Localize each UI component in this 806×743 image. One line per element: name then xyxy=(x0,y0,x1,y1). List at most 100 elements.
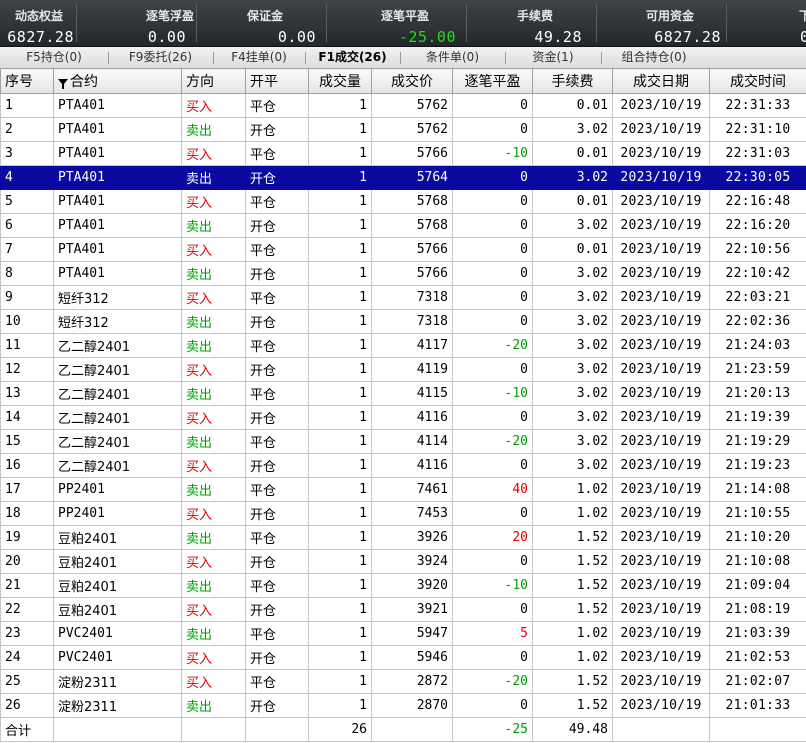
price-cell: 4114 xyxy=(371,429,453,454)
column-header-volume[interactable]: 成交量 xyxy=(308,68,372,94)
table-row[interactable]: 8 PTA401 卖出 开仓 1 5766 0 3.02 2023/10/19 22:10:42 xyxy=(0,261,806,286)
price-cell: 5762 xyxy=(371,93,453,118)
seq-cell: 14 xyxy=(0,405,54,430)
table-row[interactable]: 3 PTA401 买入 平仓 1 5766 -10 0.01 2023/10/19 22:31:0… xyxy=(0,141,806,166)
table-row[interactable]: 23 PVC2401 卖出 平仓 1 5947 5 1.02 2023/10/19 21:03:3… xyxy=(0,621,806,646)
volume-cell: 1 xyxy=(308,237,372,262)
summary-fee-value: 49.28 xyxy=(534,28,582,46)
contract-cell: 乙二醇2401 xyxy=(53,333,182,358)
column-header-seq[interactable]: 序号 xyxy=(0,68,54,94)
table-row[interactable]: 14 乙二醇2401 买入 开仓 1 4116 0 3.02 2023/10/19 21:19:3… xyxy=(0,405,806,430)
trade-date-cell: 2023/10/19 xyxy=(612,141,710,166)
volume-cell: 1 xyxy=(308,429,372,454)
tab-pending[interactable]: F4挂单(0) xyxy=(213,47,305,68)
volume-cell: 1 xyxy=(308,645,372,670)
contract-cell: 乙二醇2401 xyxy=(53,381,182,406)
seq-cell: 19 xyxy=(0,525,54,550)
closed-pnl-cell: 0 xyxy=(452,357,533,382)
table-row[interactable]: 6 PTA401 卖出 开仓 1 5768 0 3.02 2023/10/19 22:16:20 xyxy=(0,213,806,238)
column-header-direction[interactable]: 方向 xyxy=(181,68,246,94)
tab-orders[interactable]: F9委托(26) xyxy=(108,47,213,68)
fee-cell: 3.02 xyxy=(532,357,613,382)
open-close-cell: 开仓 xyxy=(245,213,309,238)
fee-cell: 0.01 xyxy=(532,189,613,214)
column-header-contract[interactable]: 合约 xyxy=(53,68,182,94)
table-row[interactable]: 9 短纤312 买入 平仓 1 7318 0 3.02 2023/10/19 22:03:21 xyxy=(0,285,806,310)
trade-date-cell: 2023/10/19 xyxy=(612,645,710,670)
seq-cell: 5 xyxy=(0,189,54,214)
table-row[interactable]: 4 PTA401 卖出 开仓 1 5764 0 3.02 2023/10/19 22:30:05 xyxy=(0,165,806,190)
table-row[interactable]: 2 PTA401 卖出 开仓 1 5762 0 3.02 2023/10/19 22:31:10 xyxy=(0,117,806,142)
totals-volume: 26 xyxy=(308,717,372,742)
direction-cell: 买入 xyxy=(181,189,246,214)
table-row[interactable]: 18 PP2401 买入 开仓 1 7453 0 1.02 2023/10/19 21:10:55 xyxy=(0,501,806,526)
trade-time-cell: 21:19:23 xyxy=(709,453,806,478)
open-close-cell: 开仓 xyxy=(245,117,309,142)
table-row[interactable]: 20 豆粕2401 买入 开仓 1 3924 0 1.52 2023/10/19 21:10:08 xyxy=(0,549,806,574)
closed-pnl-cell: 0 xyxy=(452,309,533,334)
table-row[interactable]: 16 乙二醇2401 买入 开仓 1 4116 0 3.02 2023/10/19 21:19:2… xyxy=(0,453,806,478)
seq-cell: 23 xyxy=(0,621,54,646)
volume-cell: 1 xyxy=(308,573,372,598)
volume-cell: 1 xyxy=(308,693,372,718)
table-row[interactable]: 22 豆粕2401 买入 开仓 1 3921 0 1.52 2023/10/19 21:08:19 xyxy=(0,597,806,622)
column-header-fee[interactable]: 手续费 xyxy=(532,68,613,94)
trade-date-cell: 2023/10/19 xyxy=(612,333,710,358)
tab-funds[interactable]: 资金(1) xyxy=(505,47,601,68)
trade-time-cell: 22:10:56 xyxy=(709,237,806,262)
column-header-trade-time[interactable]: 成交时间 xyxy=(709,68,806,94)
seq-cell: 4 xyxy=(0,165,54,190)
table-row[interactable]: 24 PVC2401 买入 开仓 1 5946 0 1.02 2023/10/19 21:02:5… xyxy=(0,645,806,670)
table-row[interactable]: 15 乙二醇2401 卖出 平仓 1 4114 -20 3.02 2023/10/19 21:19… xyxy=(0,429,806,454)
open-close-cell: 开仓 xyxy=(245,309,309,334)
fee-cell: 1.52 xyxy=(532,693,613,718)
volume-cell: 1 xyxy=(308,477,372,502)
seq-cell: 3 xyxy=(0,141,54,166)
contract-cell: PTA401 xyxy=(53,93,182,118)
tab-trades[interactable]: F1成交(26) xyxy=(305,47,400,68)
direction-cell: 买入 xyxy=(181,645,246,670)
table-row[interactable]: 26 淀粉2311 卖出 开仓 1 2870 0 1.52 2023/10/19 21:01:33 xyxy=(0,693,806,718)
table-row[interactable]: 11 乙二醇2401 卖出 平仓 1 4117 -20 3.02 2023/10/19 21:24… xyxy=(0,333,806,358)
contract-cell: 短纤312 xyxy=(53,285,182,310)
trade-date-cell: 2023/10/19 xyxy=(612,477,710,502)
table-row[interactable]: 12 乙二醇2401 买入 开仓 1 4119 0 3.02 2023/10/19 21:23:5… xyxy=(0,357,806,382)
contract-cell: PTA401 xyxy=(53,213,182,238)
closed-pnl-cell: 5 xyxy=(452,621,533,646)
trade-date-cell: 2023/10/19 xyxy=(612,237,710,262)
column-header-price[interactable]: 成交价 xyxy=(371,68,453,94)
table-row[interactable]: 13 乙二醇2401 卖出 平仓 1 4115 -10 3.02 2023/10/19 21:20… xyxy=(0,381,806,406)
trade-time-cell: 21:10:55 xyxy=(709,501,806,526)
table-row[interactable]: 21 豆粕2401 卖出 平仓 1 3920 -10 1.52 2023/10/19 21:09:… xyxy=(0,573,806,598)
tab-combo-positions[interactable]: 组合持仓(0) xyxy=(601,47,707,68)
totals-label: 合计 xyxy=(0,717,54,742)
column-header-label: 序号 xyxy=(5,74,33,90)
column-header-trade-date[interactable]: 成交日期 xyxy=(612,68,710,94)
trade-time-cell: 21:03:39 xyxy=(709,621,806,646)
column-header-open-close[interactable]: 开平 xyxy=(245,68,309,94)
summary-divider xyxy=(726,4,727,42)
summary-margin-label: 保证金 xyxy=(246,9,283,23)
table-row[interactable]: 7 PTA401 买入 平仓 1 5766 0 0.01 2023/10/19 22:10:56 xyxy=(0,237,806,262)
summary-floating-pnl-value: 0.00 xyxy=(147,28,186,46)
table-row[interactable]: 10 短纤312 卖出 开仓 1 7318 0 3.02 2023/10/19 22:02:36 xyxy=(0,309,806,334)
table-row[interactable]: 19 豆粕2401 卖出 平仓 1 3926 20 1.52 2023/10/19 21:10:2… xyxy=(0,525,806,550)
tab-positions[interactable]: F5持仓(0) xyxy=(0,47,108,68)
column-header-closed-pnl[interactable]: 逐笔平盈 xyxy=(452,68,533,94)
table-row[interactable]: 17 PP2401 卖出 平仓 1 7461 40 1.02 2023/10/19 21:14:0… xyxy=(0,477,806,502)
filter-icon[interactable] xyxy=(58,77,68,89)
price-cell: 3926 xyxy=(371,525,453,550)
summary-fee-label: 手续费 xyxy=(516,9,553,23)
trade-date-cell: 2023/10/19 xyxy=(612,213,710,238)
seq-cell: 16 xyxy=(0,453,54,478)
fee-cell: 1.52 xyxy=(532,669,613,694)
seq-cell: 17 xyxy=(0,477,54,502)
trade-time-cell: 21:10:20 xyxy=(709,525,806,550)
tab-conditional[interactable]: 条件单(0) xyxy=(400,47,505,68)
table-row[interactable]: 25 淀粉2311 买入 平仓 1 2872 -20 1.52 2023/10/19 21:02:… xyxy=(0,669,806,694)
table-row[interactable]: 5 PTA401 买入 平仓 1 5768 0 0.01 2023/10/19 22:16:48 xyxy=(0,189,806,214)
summary-divider xyxy=(76,4,77,42)
table-row[interactable]: 1 PTA401 买入 平仓 1 5762 0 0.01 2023/10/19 22:31:33 xyxy=(0,93,806,118)
trade-date-cell: 2023/10/19 xyxy=(612,549,710,574)
open-close-cell: 开仓 xyxy=(245,453,309,478)
